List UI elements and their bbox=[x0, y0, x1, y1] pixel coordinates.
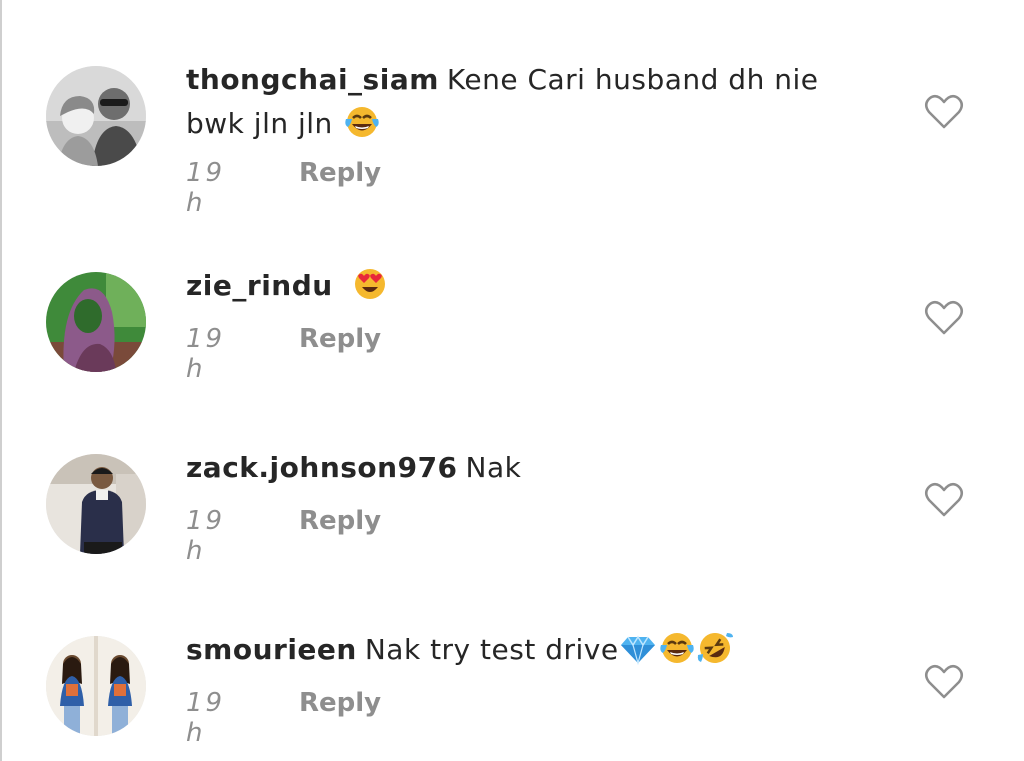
reply-button[interactable]: Reply bbox=[299, 506, 381, 536]
username-link[interactable]: zack.johnson976 bbox=[186, 451, 458, 484]
heart-outline-icon[interactable] bbox=[924, 94, 964, 130]
comment-text: thongchai_siam Kene Cari husband dh nie b… bbox=[186, 58, 866, 152]
smiling-face-with-heart-eyes-icon bbox=[352, 267, 388, 314]
avatar[interactable] bbox=[46, 272, 146, 372]
face-with-tears-of-joy-icon bbox=[659, 631, 695, 678]
username-link[interactable]: thongchai_siam bbox=[186, 63, 439, 96]
avatar[interactable] bbox=[46, 454, 146, 554]
heart-outline-icon[interactable] bbox=[924, 664, 964, 700]
comment-body: Nak bbox=[465, 451, 522, 484]
comment-text: zack.johnson976 Nak bbox=[186, 446, 866, 490]
avatar[interactable] bbox=[46, 636, 146, 736]
comment-body-line2: bwk jln jln bbox=[186, 107, 333, 140]
left-border bbox=[0, 0, 2, 761]
avatar[interactable] bbox=[46, 66, 146, 166]
reply-button[interactable]: Reply bbox=[299, 158, 381, 188]
comment-text: smourieen Nak try test drive bbox=[186, 628, 866, 678]
face-with-tears-of-joy-icon bbox=[344, 105, 380, 152]
comment-body: Nak try test drive bbox=[364, 633, 619, 666]
comment-text: zie_rindu bbox=[186, 264, 866, 314]
username-link[interactable]: zie_rindu bbox=[186, 269, 333, 302]
comment-timestamp: 19 h bbox=[186, 324, 226, 384]
comment-timestamp: 19 h bbox=[186, 688, 226, 748]
heart-outline-icon[interactable] bbox=[924, 300, 964, 336]
rolling-on-the-floor-laughing-icon bbox=[697, 631, 733, 678]
heart-outline-icon[interactable] bbox=[924, 482, 964, 518]
comment-body: Kene Cari husband dh nie bbox=[446, 63, 819, 96]
comment-timestamp: 19 h bbox=[186, 158, 226, 218]
gem-stone-icon bbox=[619, 634, 657, 678]
reply-button[interactable]: Reply bbox=[299, 688, 381, 718]
reply-button[interactable]: Reply bbox=[299, 324, 381, 354]
username-link[interactable]: smourieen bbox=[186, 633, 357, 666]
comment-timestamp: 19 h bbox=[186, 506, 226, 566]
